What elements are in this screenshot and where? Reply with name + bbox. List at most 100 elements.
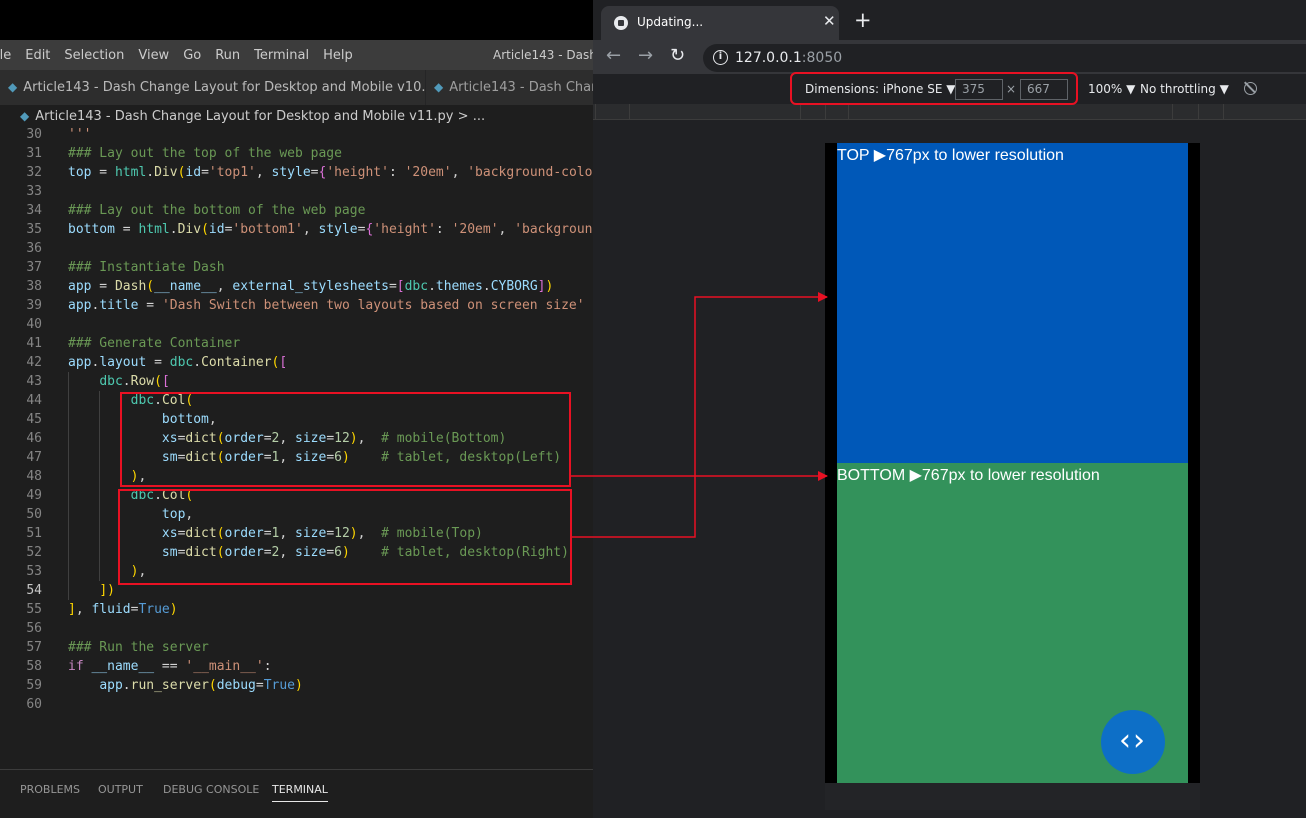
code-text: app.run_server(debug=True)	[99, 678, 303, 693]
code-line: 41 ### Generate Container	[0, 334, 593, 353]
top-section: TOP ▶767px to lower resolution	[837, 143, 1188, 463]
line-number: 44	[26, 393, 42, 408]
code-line: 33	[0, 182, 593, 201]
browser-tab-title: Updating...	[637, 15, 704, 29]
code-line: 30 '''	[0, 127, 593, 144]
code-text: ### Run the server	[68, 640, 209, 655]
line-number: 46	[26, 431, 42, 446]
code-text: app.title = 'Dash Switch between two lay…	[68, 298, 585, 313]
browser-tab[interactable]: Updating... ✕	[601, 6, 839, 40]
code-line: 31 ### Lay out the top of the web page	[0, 144, 593, 163]
code-text: if __name__ == '__main__':	[68, 659, 272, 674]
line-number: 52	[26, 545, 42, 560]
panel-tab-debug-console[interactable]: DEBUG CONSOLE	[163, 782, 259, 802]
line-number: 54	[26, 583, 42, 598]
python-file-icon: ◆	[434, 80, 444, 94]
line-number: 58	[26, 659, 42, 674]
rotate-icon[interactable]	[1244, 82, 1257, 95]
code-text: ], fluid=True)	[68, 602, 178, 617]
line-number: 41	[26, 336, 42, 351]
menu-help[interactable]: Help	[309, 48, 353, 63]
loading-favicon-icon	[614, 16, 628, 30]
panel-tabs: PROBLEMS OUTPUT DEBUG CONSOLE TERMINAL	[0, 769, 593, 818]
line-number: 42	[26, 355, 42, 370]
code-line: 35 bottom = html.Div(id='bottom1', style=…	[0, 220, 593, 239]
editor-tab-label: Article143 - Dash Change Layout for Desk…	[23, 80, 442, 95]
code-text: ])	[99, 583, 115, 598]
code-toggle-button[interactable]: ‹›	[1101, 710, 1165, 774]
line-number: 45	[26, 412, 42, 427]
url-text: 127.0.0.1:8050	[735, 50, 842, 66]
menu-edit[interactable]: Edit	[11, 48, 50, 63]
line-number: 32	[26, 165, 42, 180]
title-strip	[0, 0, 593, 40]
browser-toolbar: ← → ↻ i 127.0.0.1:8050	[593, 40, 1306, 74]
window-title: Article143 - Dash C	[493, 48, 593, 62]
panel-tab-terminal[interactable]: TERMINAL	[272, 782, 328, 802]
url-host: 127.0.0.1	[735, 50, 802, 66]
code-line: 42 app.layout = dbc.Container([	[0, 353, 593, 372]
line-number: 56	[26, 621, 42, 636]
code-line: 39 app.title = 'Dash Switch between two l…	[0, 296, 593, 315]
menu-go[interactable]: Go	[169, 48, 201, 63]
address-bar[interactable]: i 127.0.0.1:8050	[703, 44, 1306, 72]
code-text: app.layout = dbc.Container([	[68, 355, 288, 370]
code-line: 43 dbc.Row([	[0, 372, 593, 391]
code-line: 38 app = Dash(__name__, external_styleshe…	[0, 277, 593, 296]
indent-guide	[99, 391, 100, 581]
breadcrumb-separator: >	[457, 109, 469, 124]
site-info-icon[interactable]: i	[713, 50, 728, 65]
code-line: 56	[0, 619, 593, 638]
page-footer	[825, 783, 1200, 810]
code-line: 36	[0, 239, 593, 258]
device-viewport: TOP ▶767px to lower resolution BOTTOM ▶7…	[825, 143, 1200, 810]
code-text: ### Generate Container	[68, 336, 241, 351]
editor-tab-label: Article143 - Dash Chang	[449, 80, 593, 95]
browser-window: Updating... ✕ + ← → ↻ i 127.0.0.1:8050 D…	[593, 0, 1306, 818]
line-number: 37	[26, 260, 42, 275]
breadcrumb-file[interactable]: Article143 - Dash Change Layout for Desk…	[35, 109, 453, 124]
editor-tab-v10[interactable]: ◆ Article143 - Dash Change Layout for Des…	[0, 70, 442, 105]
reload-icon[interactable]: ↻	[670, 45, 685, 67]
panel-tab-problems[interactable]: PROBLEMS	[20, 782, 80, 802]
line-number: 39	[26, 298, 42, 313]
code-line: 37 ### Instantiate Dash	[0, 258, 593, 277]
line-number: 48	[26, 469, 42, 484]
line-number: 55	[26, 602, 42, 617]
menu-run[interactable]: Run	[201, 48, 240, 63]
annotation-box-top-col	[118, 489, 572, 585]
zoom-select[interactable]: 100% ▼	[1088, 82, 1135, 96]
indent-guide	[68, 372, 69, 600]
menu-selection[interactable]: Selection	[50, 48, 124, 63]
annotation-box-bottom-col	[120, 392, 571, 487]
code-line: 57 ### Run the server	[0, 638, 593, 657]
line-number: 57	[26, 640, 42, 655]
media-query-ruler	[593, 104, 1306, 120]
back-arrow-icon[interactable]: ←	[606, 45, 621, 67]
code-line: 34 ### Lay out the bottom of the web page	[0, 201, 593, 220]
editor-tab-other[interactable]: ◆ Article143 - Dash Chang	[426, 70, 593, 105]
code-text: app = Dash(__name__, external_stylesheet…	[68, 279, 554, 294]
new-tab-button[interactable]: +	[854, 9, 872, 31]
line-number: 40	[26, 317, 42, 332]
code-line: 32 top = html.Div(id='top1', style={'heig…	[0, 163, 593, 182]
line-number: 30	[26, 127, 42, 142]
panel-tab-output[interactable]: OUTPUT	[98, 782, 143, 802]
line-number: 53	[26, 564, 42, 579]
forward-arrow-icon[interactable]: →	[638, 45, 653, 67]
menu-file[interactable]: ile	[0, 48, 11, 63]
line-number: 49	[26, 488, 42, 503]
throttling-select[interactable]: No throttling ▼	[1140, 82, 1229, 96]
menu-terminal[interactable]: Terminal	[240, 48, 309, 63]
menu-view[interactable]: View	[124, 48, 169, 63]
python-file-icon: ◆	[8, 80, 18, 94]
code-text: '''	[68, 127, 92, 142]
breadcrumb-symbol[interactable]: ...	[473, 109, 485, 124]
line-number: 36	[26, 241, 42, 256]
line-number: 47	[26, 450, 42, 465]
editor-tabs: ◆ Article143 - Dash Change Layout for Des…	[0, 70, 593, 105]
code-text: ### Lay out the top of the web page	[68, 146, 342, 161]
close-tab-icon[interactable]: ✕	[823, 12, 836, 30]
code-line: 55 ], fluid=True)	[0, 600, 593, 619]
line-number: 31	[26, 146, 42, 161]
